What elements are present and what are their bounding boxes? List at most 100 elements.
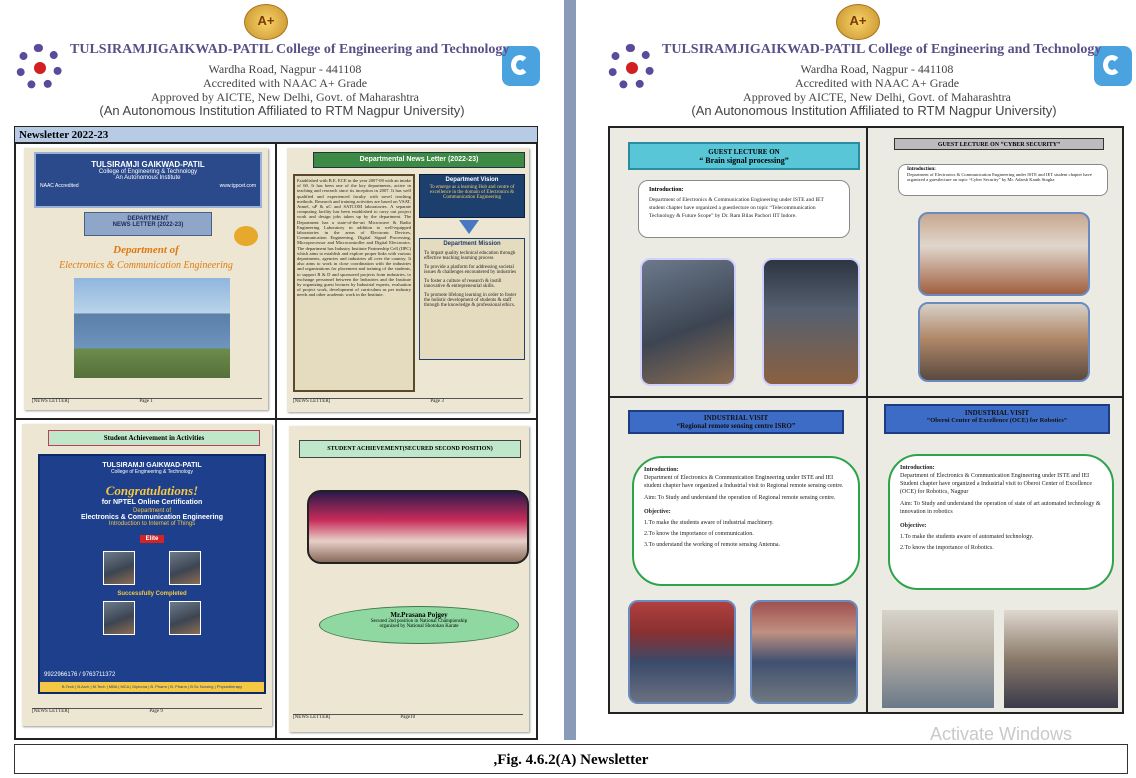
achievement-title: Student Achievement in Activities [48,430,260,446]
achievement-footer-page: Page 9 [149,709,163,714]
second-footer: [NEWS LETTER] Page10 [293,714,523,720]
poster-inst-2: College of Engineering & Technology [111,469,193,475]
student-photo [169,601,201,635]
second-sheet: STUDENT ACHIEVEMENT(SECURED SECOND POSIT… [289,426,529,732]
autonomy: (An Autonomous Institution Affiliated to… [99,103,465,118]
oberoi-text: Department of Electronics & Communicatio… [900,473,1092,495]
college-address: Wardha Road, Nagpur - 441108 [208,62,362,76]
oberoi-visit-cell: INDUSTRIAL VISIT “Oberoi Center of Excel… [867,397,1123,713]
nptel-poster: TULSIRAMJI GAIKWAD-PATIL College of Engi… [38,454,266,694]
student-photo [103,601,135,635]
mission-item-2: To provide a platform for addressing soc… [424,265,517,275]
isro-objective-3: 3.To understand the working of remote se… [644,542,781,548]
second-position-cell: STUDENT ACHIEVEMENT(SECURED SECOND POSIT… [276,419,537,739]
oberoi-photo-2 [1004,610,1118,708]
cyber-banner: GUEST LECTURE ON “CYBER SECURITY” [894,138,1104,150]
oberoi-objective-1: 1.To make the students aware of automate… [900,534,1034,540]
achievement-cell: Student Achievement in Activities TULSIR… [15,419,276,739]
activate-windows-watermark: Activate Windows [930,724,1073,744]
news-cell: Departmental News Letter (2022-23) Estab… [276,143,537,419]
oberoi-oval: Introduction: Department of Electronics … [888,454,1114,590]
newsletter-title-bar: Newsletter 2022-23 [15,127,537,143]
news-footer: [NEWS LETTER] Page 3 [293,398,523,404]
poster-inst: TULSIRAMJI GAIKWAD-PATIL [102,462,202,469]
isro-objective-1: 1.To make the students aware of industri… [644,520,774,526]
cover-news-label: NEWS LETTER (2022-23) [112,222,184,228]
right-header: A+ TULSIRAMJIGAIKWAD-PATIL College of En… [592,0,1136,122]
second-footer-left: [NEWS LETTER] [293,715,331,720]
cyber-text: Department of Electronics & Communicatio… [907,172,1092,183]
second-footer-page: Page10 [400,715,416,720]
cover-cell: TULSIRAMJI GAIKWAD-PATIL College of Engi… [15,143,276,419]
poster-courses: B.Tech | B.Arch | M.Tech | MBA | MCA | D… [40,682,264,692]
achievement-sheet: Student Achievement in Activities TULSIR… [22,424,272,726]
cover-naac-icon [234,226,258,246]
cyber-intro-box: Introduction: Department of Electronics … [898,164,1108,196]
left-header: A+ TULSIRAMJIGAIKWAD-PATIL College of En… [0,0,564,122]
oberoi-title: “Oberoi Center of Excellence (OCE) for R… [926,417,1068,424]
isro-aim: Aim: To Study and understand the operati… [644,495,836,501]
isro-text: Department of Electronics & Communicatio… [644,475,844,489]
brain-photo-1 [640,258,736,386]
mission-item-3: To foster a culture of research & instil… [424,279,502,289]
campus-photo [74,278,230,378]
newsletter-grid: Newsletter 2022-23 TULSIRAMJI GAIKWAD-PA… [14,126,538,740]
oberoi-label: INDUSTRIAL VISIT [964,409,1030,417]
college-name: TULSIRAMJIGAIKWAD-PATIL College of Engin… [70,42,510,57]
karate-photo [307,490,529,564]
brain-intro-box: Introduction: Department of Electronics … [638,180,850,238]
oberoi-photo-1 [882,610,994,708]
poster-success: Successfully Completed [117,591,187,597]
cover-sheet: TULSIRAMJI GAIKWAD-PATIL College of Engi… [24,148,268,410]
student-name-oval: Mr.Prasana Pojgey Secured 2nd position i… [319,606,519,644]
second-desc-2: organized by National Shotokan Karate [379,624,459,629]
student-photo [169,551,201,585]
brain-banner: GUEST LECTURE ON “ Brain signal processi… [628,142,860,170]
cover-dept-ribbon: DEPARTMENT NEWS LETTER (2022-23) [84,212,212,236]
cover-inst-1: TULSIRAMJI GAIKWAD-PATIL [91,160,205,169]
isro-objective-2: 2.To know the importance of communicatio… [644,531,754,537]
mission-box: Department Mission To impart quality tec… [419,238,525,360]
cover-dept-line-2: Electronics & Communication Engineering [59,260,233,271]
vision-box: Department Vision To emerge as a learnin… [419,174,525,218]
brain-text: Department of Electronics & Communicatio… [649,197,824,219]
poster-dept-2: Electronics & Communication Engineering [81,514,223,521]
brain-title: “ Brain signal processing” [699,156,789,165]
mission-title: Department Mission [443,241,501,247]
cover-naac-text: NAAC Accredited [40,183,79,189]
achievement-footer: [NEWS LETTER] Page 9 [32,708,262,714]
cover-footer-page: Page 1 [139,399,153,404]
cover-footer-left: [NEWS LETTER] [32,399,70,404]
brain-intro: Introduction: [649,187,684,193]
vision-text: To emerge as a learning Hub and centre o… [429,185,515,200]
poster-phone: 9922966176 / 9763711372 [44,672,116,678]
mission-item-1: To impart quality technical education th… [424,251,516,261]
mission-item-4: To promote lifelong learning in order to… [424,293,517,308]
isro-intro: Introduction: [644,467,679,473]
poster-elite: Elite [139,535,165,543]
cover-website: www.tgpcet.com [219,183,256,189]
college-name: TULSIRAMJIGAIKWAD-PATIL College of Engin… [662,42,1102,57]
news-footer-page: Page 3 [430,399,444,404]
news-body: Established with B.E. ECE in the year 20… [297,178,411,298]
isro-visit-cell: INDUSTRIAL VISIT “Regional remote sensin… [609,397,867,713]
accreditation: Accredited with NAAC A+ Grade [202,76,368,90]
cyber-lecture-cell: GUEST LECTURE ON “CYBER SECURITY” Introd… [867,127,1123,397]
poster-course: Introduction to Internet of Things [108,521,196,527]
isro-label: INDUSTRIAL VISIT [703,414,769,422]
second-title: STUDENT ACHIEVEMENT(SECURED SECOND POSIT… [299,440,521,458]
brain-lecture-cell: GUEST LECTURE ON “ Brain signal processi… [609,127,867,397]
college-logo-icon [608,44,654,90]
right-page: A+ TULSIRAMJIGAIKWAD-PATIL College of En… [576,0,1136,740]
left-page: A+ TULSIRAMJIGAIKWAD-PATIL College of En… [0,0,564,740]
college-address: Wardha Road, Nagpur - 441108 [800,62,954,76]
naac-badge-icon: A+ [244,4,288,40]
student-photo [103,551,135,585]
news-sheet: Departmental News Letter (2022-23) Estab… [287,148,529,412]
cyber-photo-2 [918,302,1090,382]
isro-banner: INDUSTRIAL VISIT “Regional remote sensin… [628,410,844,434]
achievement-footer-left: [NEWS LETTER] [32,709,70,714]
activities-grid: GUEST LECTURE ON “ Brain signal processi… [608,126,1124,714]
cover-footer: [NEWS LETTER] Page 1 [32,398,262,404]
oberoi-objective: Objective: [900,523,927,529]
